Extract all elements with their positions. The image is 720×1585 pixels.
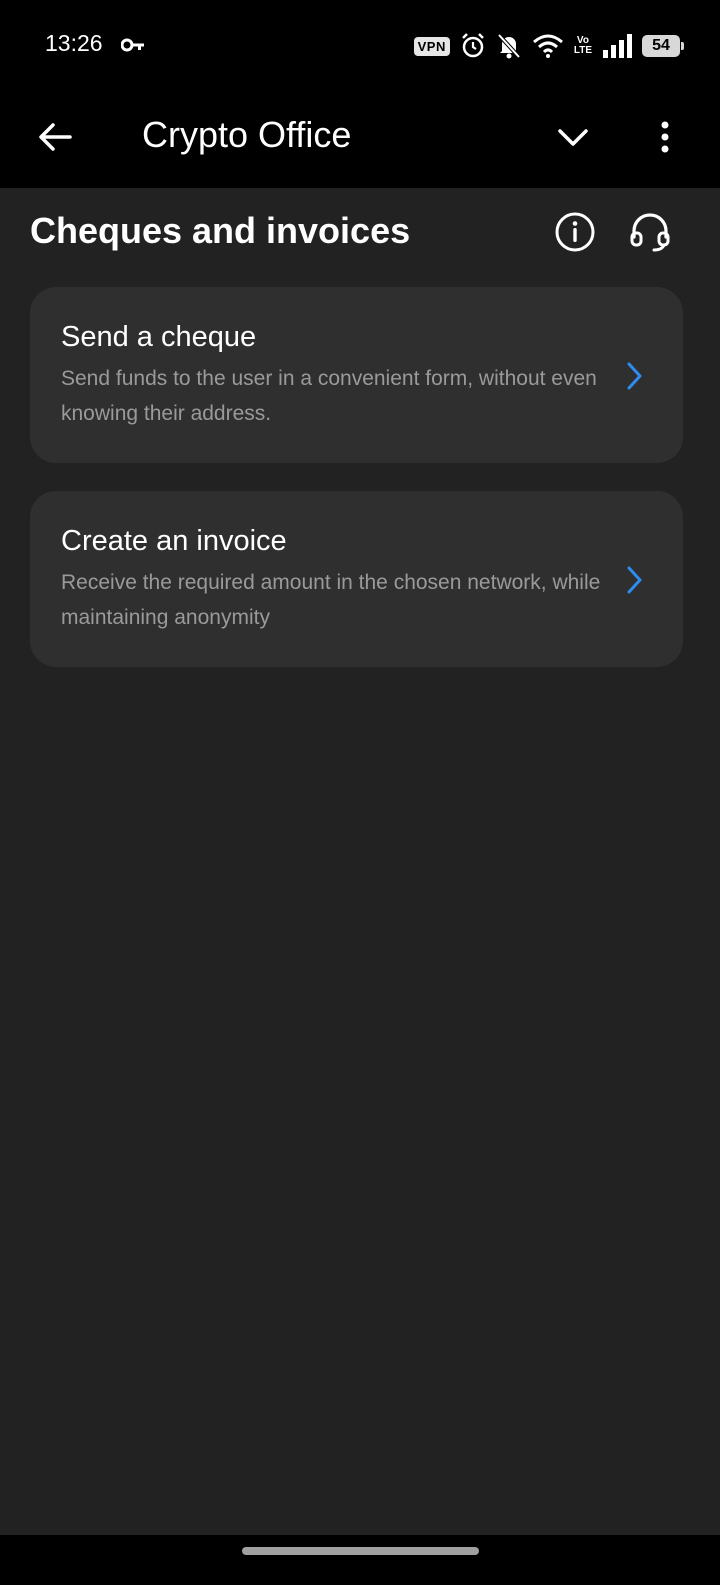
chevron-down-icon	[558, 129, 588, 146]
card-title: Create an invoice	[61, 525, 287, 557]
info-icon[interactable]	[554, 211, 596, 253]
status-icons: VPN Vo LTE 54	[413, 30, 684, 62]
back-button[interactable]	[30, 112, 80, 162]
arrow-left-icon	[39, 123, 72, 151]
status-time: 13:26	[45, 30, 103, 56]
more-vertical-icon	[661, 121, 669, 153]
card-description: Send funds to the user in a convenient f…	[61, 367, 597, 425]
vpn-badge: VPN	[413, 36, 450, 56]
status-bar: 13:26 VPN Vo LTE 54	[0, 0, 720, 92]
create-invoice-card[interactable]: Create an invoice Receive the required a…	[30, 491, 683, 667]
page-title: Cheques and invoices	[30, 210, 411, 251]
volte-bottom: LTE	[573, 45, 592, 56]
more-options-button[interactable]	[643, 112, 687, 162]
app-title: Crypto Office	[142, 114, 352, 155]
chevron-right-icon	[627, 362, 642, 390]
send-cheque-card[interactable]: Send a cheque Send funds to the user in …	[30, 287, 683, 463]
app-bar: Crypto Office	[0, 92, 720, 188]
vpn-key-icon	[121, 38, 144, 52]
wifi-icon	[532, 34, 563, 58]
home-indicator[interactable]	[242, 1547, 479, 1555]
dropdown-button[interactable]	[548, 112, 598, 162]
content-area: Cheques and invoices Send a cheque Send …	[0, 188, 720, 1535]
chevron-right-icon	[627, 566, 642, 594]
volte-indicator: Vo LTE	[574, 36, 592, 56]
battery-indicator: 54	[642, 35, 684, 57]
notifications-off-icon	[497, 33, 521, 59]
system-navigation-bar	[0, 1535, 720, 1585]
card-description: Receive the required amount in the chose…	[61, 571, 601, 629]
headset-icon[interactable]	[628, 211, 672, 253]
alarm-icon	[461, 33, 484, 58]
signal-icon	[603, 34, 632, 58]
card-title: Send a cheque	[61, 321, 257, 353]
